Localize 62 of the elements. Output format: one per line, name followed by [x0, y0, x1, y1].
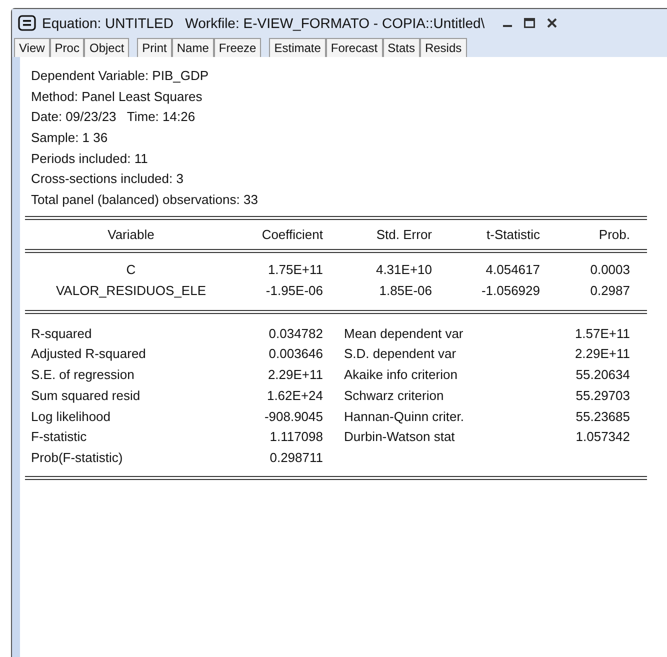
- statistic-label: Mean dependent var: [344, 324, 464, 343]
- statistic-label: Prob(F-statistic): [31, 448, 124, 467]
- column-header: Coefficient: [260, 226, 323, 244]
- header-line: Dependent Variable: PIB_GDP: [31, 67, 210, 85]
- statistic-value: 0.003646: [268, 345, 323, 364]
- table-cell-text: 1.85E-06: [378, 282, 432, 300]
- menu-icon[interactable]: [18, 15, 36, 31]
- statistic-label: F-statistic: [31, 428, 88, 446]
- statistic-value: 0.298711: [268, 448, 323, 467]
- toolbar-button[interactable]: Freeze: [214, 38, 262, 57]
- table-cell-text: -1.056929: [480, 282, 540, 300]
- close-icon[interactable]: [546, 18, 557, 28]
- statistic-label: Schwarz criterion: [344, 386, 445, 405]
- table-cell-text: 1.75E+11: [266, 261, 323, 280]
- table-cell-text: 4.054617: [484, 261, 540, 280]
- statistic-value: 55.29703: [574, 386, 630, 405]
- table-cell-text: C: [125, 261, 137, 280]
- column-header: Std. Error: [375, 226, 432, 244]
- statistic-value: 2.29E+11: [266, 366, 323, 384]
- statistic-label: S.E. of regression: [31, 366, 136, 384]
- toolbar-button[interactable]: Resids: [420, 38, 467, 57]
- statistic-value: 1.057342: [574, 428, 630, 446]
- toolbar-button[interactable]: Stats: [382, 38, 420, 57]
- statistic-label: Log likelihood: [31, 408, 112, 426]
- header-line: Method: Panel Least Squares: [31, 88, 204, 106]
- header-line: Sample: 1 36: [31, 129, 109, 148]
- statistic-value: 1.117098: [268, 428, 323, 446]
- table-cell-text: 0.0003: [589, 261, 630, 280]
- statistic-value: 1.57E+11: [574, 324, 630, 343]
- statistic-value: 0.034782: [268, 324, 323, 343]
- statistic-value: 55.20634: [574, 366, 630, 384]
- table-cell-text: 0.2987: [589, 282, 630, 300]
- toolbar-button[interactable]: Estimate: [269, 38, 326, 57]
- window-title: Equation: UNTITLED Workfile: E-VIEW_FORMATO - COPIA::Untitled\: [42, 14, 485, 33]
- statistic-label: R-squared: [31, 324, 93, 343]
- statistic-value: 2.29E+11: [574, 345, 630, 364]
- statistic-label: Hannan-Quinn criter.: [344, 408, 465, 426]
- statistic-label: Adjusted R-squared: [31, 345, 147, 364]
- statistic-label: Durbin-Watson stat: [344, 428, 456, 446]
- toolbar-button[interactable]: Object: [84, 38, 130, 57]
- table-cell-text: -1.95E-06: [264, 282, 323, 300]
- toolbar-button[interactable]: Name: [172, 38, 214, 57]
- table-cell-text: VALOR_RESIDUOS_ELE: [54, 282, 208, 300]
- statistic-label: Sum squared resid: [31, 386, 142, 405]
- header-line: Cross-sections included: 3: [31, 170, 184, 188]
- statistic-value: 1.62E+24: [266, 386, 323, 405]
- header-line: Total panel (balanced) observations: 33: [31, 191, 259, 210]
- table-cell-text: 4.31E+10: [374, 261, 432, 280]
- statistic-label: S.D. dependent var: [344, 345, 458, 364]
- toolbar-button[interactable]: Print: [137, 38, 172, 57]
- toolbar-button[interactable]: View: [14, 38, 50, 57]
- statistic-value: 55.23685: [574, 408, 630, 426]
- column-header: Variable: [106, 226, 156, 244]
- column-header: t-Statistic: [486, 226, 540, 244]
- toolbar-button[interactable]: Proc: [50, 38, 84, 57]
- statistic-value: -908.9045: [263, 408, 323, 426]
- maximize-icon[interactable]: [524, 18, 535, 28]
- column-header: Prob.: [598, 226, 630, 244]
- statistic-label: Akaike info criterion: [344, 366, 458, 384]
- header-line: Date: 09/23/23 Time: 14:26: [31, 108, 196, 126]
- toolbar-button[interactable]: Forecast: [326, 38, 383, 57]
- header-line: Periods included: 11: [31, 150, 149, 168]
